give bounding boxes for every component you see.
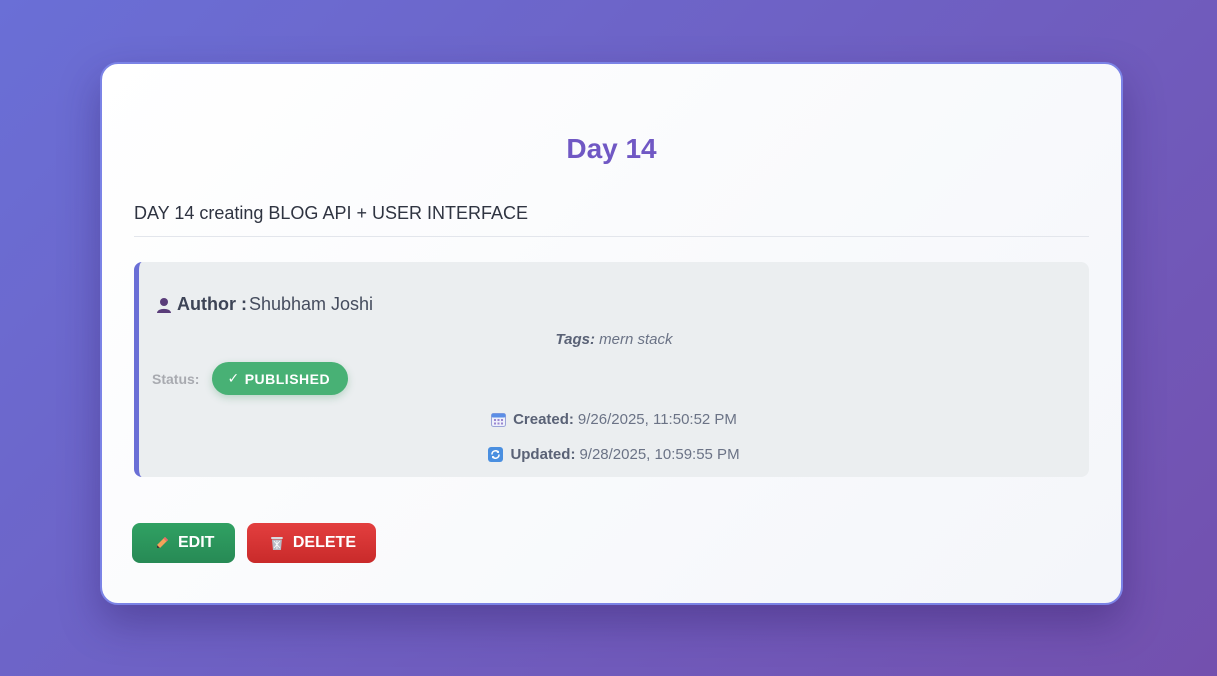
status-value: PUBLISHED (244, 370, 331, 387)
trash-icon (270, 537, 283, 550)
status-label: Status: (152, 370, 200, 387)
post-description: DAY 14 creating BLOG API + USER INTERFAC… (134, 203, 528, 223)
post-title: Day 14 (566, 133, 657, 164)
created-line: Created: 9/26/2025, 11:50:52 PM (139, 411, 1089, 428)
user-icon (157, 297, 171, 313)
status-row: Status: ✓ PUBLISHED (152, 362, 349, 395)
created-label: Created: (513, 411, 574, 428)
edit-button[interactable]: EDIT (132, 523, 235, 563)
author-label: Author : (177, 294, 247, 314)
divider (134, 236, 1089, 237)
delete-button[interactable]: DELETE (247, 523, 376, 563)
tags-line: Tags: mern stack (139, 331, 1089, 348)
created-value: 9/26/2025, 11:50:52 PM (577, 411, 737, 428)
pencil-icon (157, 537, 168, 548)
calendar-icon (491, 413, 507, 427)
action-buttons: EDIT DELETE (132, 523, 376, 563)
author-line: Author : Shubham Joshi (155, 294, 373, 315)
refresh-icon (488, 447, 504, 462)
updated-line: Updated: 9/28/2025, 10:59:55 PM (139, 446, 1089, 463)
edit-label: EDIT (178, 534, 215, 551)
status-badge: ✓ PUBLISHED (212, 362, 349, 395)
post-meta-panel: Author : Shubham Joshi Tags: mern stack … (134, 262, 1089, 477)
author-name: Shubham Joshi (248, 294, 374, 314)
updated-value: 9/28/2025, 10:59:55 PM (579, 446, 740, 463)
delete-label: DELETE (292, 534, 356, 551)
check-icon: ✓ (227, 370, 240, 386)
tags-label: Tags: (555, 331, 595, 348)
updated-label: Updated: (510, 446, 576, 463)
tags-value: mern stack (599, 331, 673, 348)
